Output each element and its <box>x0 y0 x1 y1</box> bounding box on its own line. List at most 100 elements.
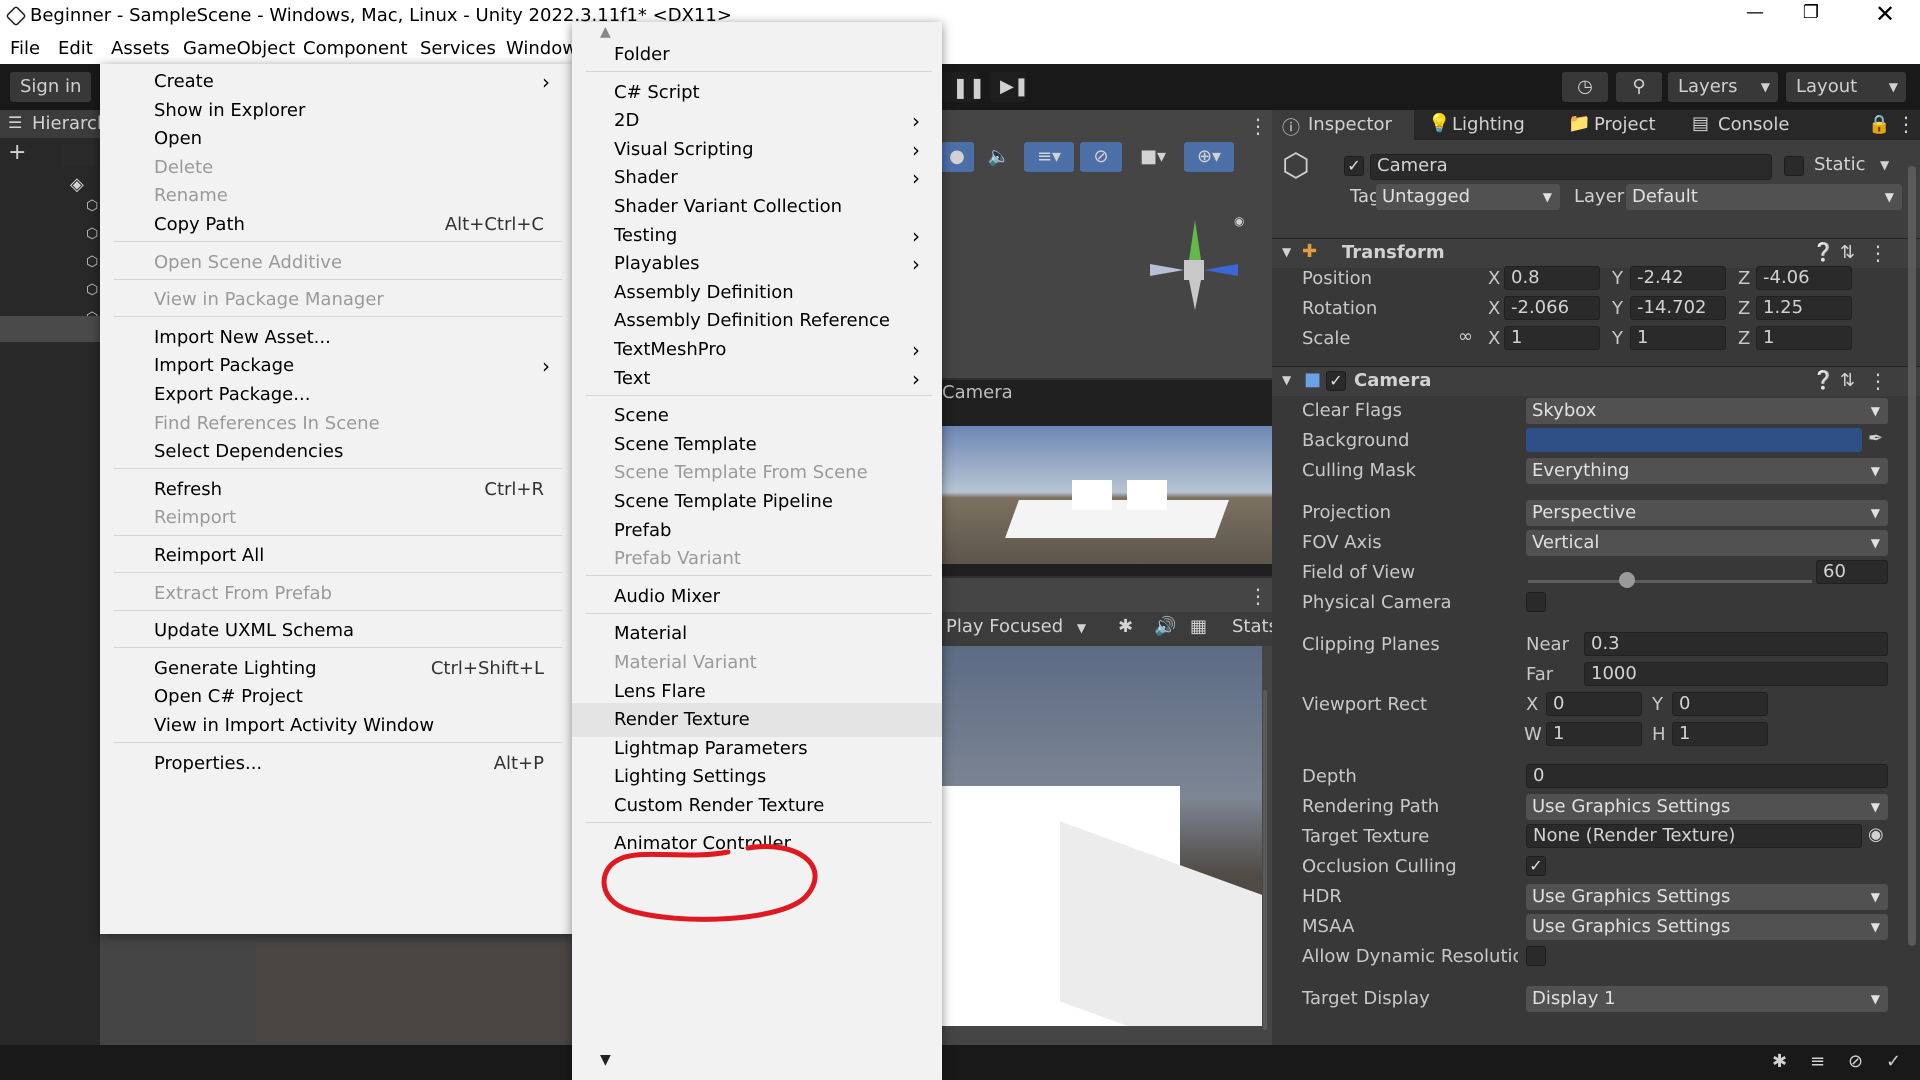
link-icon[interactable]: ∞ <box>1458 326 1473 347</box>
menu-gameobject[interactable]: GameObject <box>183 38 295 59</box>
scale-y-field[interactable]: 1 <box>1630 326 1726 350</box>
tab-inspector[interactable]: ⓘ Inspector <box>1272 110 1414 140</box>
fov-axis-dropdown[interactable]: Vertical ▼ <box>1526 530 1888 556</box>
assets-menu-item-properties[interactable]: Properties... Alt+P <box>100 747 572 781</box>
audio-mute-icon[interactable]: 🔈 <box>982 142 1016 172</box>
projection-dropdown[interactable]: Perspective ▼ <box>1526 500 1888 526</box>
create-menu-item-custom-render-texture[interactable]: Custom Render Texture <box>572 789 942 823</box>
step-icon[interactable]: ▶❚ <box>990 72 1029 102</box>
target-display-dropdown[interactable]: Display 1 ▼ <box>1526 986 1888 1012</box>
menu-edit[interactable]: Edit <box>58 38 93 59</box>
assets-menu-item-select-dependencies[interactable]: Select Dependencies <box>100 435 572 469</box>
more-icon[interactable]: ⋮ <box>1868 241 1888 265</box>
physical-camera-checkbox[interactable] <box>1526 592 1546 612</box>
menu-file[interactable]: File <box>10 38 40 59</box>
add-icon[interactable]: + <box>8 140 26 165</box>
create-menu-item-text[interactable]: Text › <box>572 362 942 396</box>
network-icon[interactable]: ⊘ <box>1848 1051 1863 1072</box>
clear-flags-dropdown[interactable]: Skybox ▼ <box>1526 398 1888 424</box>
menu-services[interactable]: Services <box>420 38 496 59</box>
rotation-x-field[interactable]: -2.066 <box>1504 296 1600 320</box>
fov-slider-track[interactable] <box>1528 580 1812 583</box>
assets-menu-item-copy-path[interactable]: Copy Path Alt+Ctrl+C <box>100 208 572 242</box>
minimize-icon[interactable]: — <box>1740 2 1770 23</box>
game-view[interactable] <box>940 646 1262 1026</box>
rotation-y-field[interactable]: -14.702 <box>1630 296 1726 320</box>
target-icon[interactable]: ◉ <box>1868 824 1884 845</box>
pause-icon[interactable]: ❚❚ <box>942 72 986 102</box>
search-icon[interactable]: ⚲ <box>1616 72 1662 102</box>
eyedropper-icon[interactable]: ✒ <box>1868 428 1883 449</box>
help-icon[interactable]: ❔ <box>1812 242 1834 263</box>
position-y-field[interactable]: -2.42 <box>1630 266 1726 290</box>
scale-x-field[interactable]: 1 <box>1504 326 1600 350</box>
position-x-field[interactable]: 0.8 <box>1504 266 1600 290</box>
layers-icon[interactable]: ≡ <box>1810 1051 1825 1072</box>
fov-slider-thumb[interactable] <box>1619 572 1636 588</box>
search-input[interactable] <box>62 144 98 166</box>
tab-project[interactable]: 📁 Project <box>1562 110 1662 140</box>
chevron-down-icon[interactable]: ▼ <box>1880 158 1889 172</box>
position-z-field[interactable]: -4.06 <box>1756 266 1852 290</box>
inspector-scrollbar[interactable] <box>1908 166 1916 946</box>
static-checkbox[interactable] <box>1784 156 1804 176</box>
scrollbar[interactable] <box>1263 690 1267 1030</box>
background-color-swatch[interactable] <box>1526 428 1862 452</box>
bug-icon[interactable]: ✱ <box>1772 1051 1787 1072</box>
effects-icon[interactable]: ≡▾ <box>1024 142 1074 172</box>
more-icon[interactable]: ⋮ <box>1896 112 1916 136</box>
foldout-icon[interactable]: ▼ <box>1282 373 1291 387</box>
preset-icon[interactable]: ⇅ <box>1840 242 1855 263</box>
menu-component[interactable]: Component <box>303 38 408 59</box>
light-icon[interactable]: ● <box>940 142 974 172</box>
layers-dropdown[interactable]: Layers ▼ <box>1668 72 1778 102</box>
camera-icon[interactable]: ■▾ <box>1128 142 1178 172</box>
assets-menu-item-reimport-all[interactable]: Reimport All <box>100 539 572 573</box>
allow-dynamic-checkbox[interactable] <box>1526 946 1546 966</box>
layer-dropdown[interactable]: Default ▼ <box>1626 184 1902 210</box>
near-field[interactable]: 0.3 <box>1584 632 1888 656</box>
check-icon[interactable]: ✓ <box>1886 1051 1901 1072</box>
play-focused-dropdown[interactable]: Play Focused ▼ <box>946 616 1086 637</box>
viewport-h-field[interactable]: 1 <box>1672 722 1768 746</box>
target-texture-field[interactable]: None (Render Texture) <box>1526 824 1862 848</box>
help-icon[interactable]: ❔ <box>1812 370 1834 391</box>
camera-component-header[interactable]: ▼ ■ ✓ Camera ❔ ⇅ ⋮ <box>1272 366 1920 396</box>
scroll-down-icon[interactable]: ▼ <box>600 1052 611 1068</box>
assets-menu-item-view-in-import-activity-window[interactable]: View in Import Activity Window <box>100 709 572 743</box>
msaa-dropdown[interactable]: Use Graphics Settings ▼ <box>1526 914 1888 940</box>
active-checkbox[interactable]: ✓ <box>1344 156 1364 176</box>
audio-icon[interactable]: 🔊 <box>1154 616 1176 637</box>
viewport-w-field[interactable]: 1 <box>1546 722 1642 746</box>
assets-menu-item-update-uxml-schema[interactable]: Update UXML Schema <box>100 614 572 648</box>
tag-dropdown[interactable]: Untagged ▼ <box>1376 184 1560 210</box>
foldout-icon[interactable]: ▼ <box>1282 245 1291 259</box>
rendering-path-dropdown[interactable]: Use Graphics Settings ▼ <box>1526 794 1888 820</box>
occlusion-culling-checkbox[interactable]: ✓ <box>1526 856 1546 876</box>
lock-icon[interactable]: ◉ <box>1234 214 1244 228</box>
hdr-dropdown[interactable]: Use Graphics Settings ▼ <box>1526 884 1888 910</box>
scene-gizmo[interactable]: ◉ <box>1130 210 1250 330</box>
transform-header[interactable]: ▼ ✚ Transform ❔ ⇅ ⋮ <box>1272 238 1920 268</box>
depth-field[interactable]: 0 <box>1526 764 1888 788</box>
scene-root-icon[interactable]: ◈ <box>70 174 84 195</box>
close-icon[interactable]: ✕ <box>1870 0 1900 28</box>
viewport-x-field[interactable]: 0 <box>1546 692 1642 716</box>
create-menu-item-folder[interactable]: Folder <box>572 38 942 72</box>
menu-assets[interactable]: Assets <box>111 38 170 59</box>
hidden-icon[interactable]: ⊘ <box>1080 142 1122 172</box>
rotation-z-field[interactable]: 1.25 <box>1756 296 1852 320</box>
viewport-y-field[interactable]: 0 <box>1672 692 1768 716</box>
tab-lighting[interactable]: 💡 Lighting <box>1428 110 1558 140</box>
layout-dropdown[interactable]: Layout ▼ <box>1786 72 1906 102</box>
scale-z-field[interactable]: 1 <box>1756 326 1852 350</box>
grid-icon[interactable]: ▦ <box>1190 616 1207 637</box>
more-icon[interactable]: ⋮ <box>1248 584 1268 608</box>
history-icon[interactable]: ◷ <box>1562 72 1608 102</box>
far-field[interactable]: 1000 <box>1584 662 1888 686</box>
create-menu-item-audio-mixer[interactable]: Audio Mixer <box>572 580 942 614</box>
gizmos-icon[interactable]: ⊕▾ <box>1184 142 1234 172</box>
fov-value-field[interactable]: 60 <box>1816 560 1888 584</box>
tab-console[interactable]: ▤ Console <box>1686 110 1816 140</box>
preset-icon[interactable]: ⇅ <box>1840 370 1855 391</box>
